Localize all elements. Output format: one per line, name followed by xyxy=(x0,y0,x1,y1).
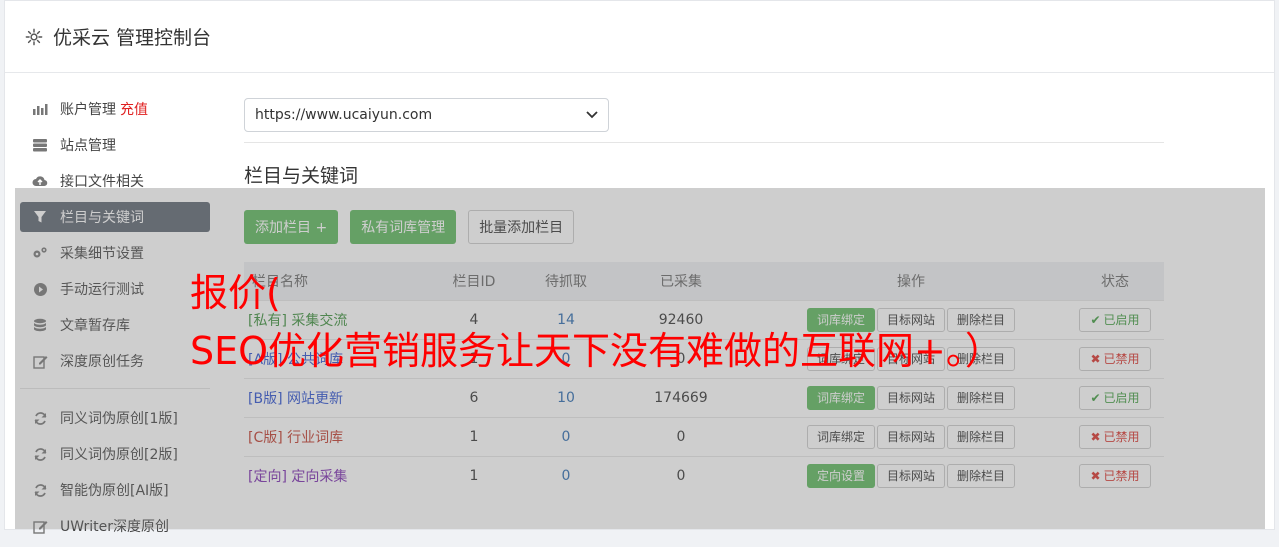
recharge-link[interactable]: 充值 xyxy=(120,99,148,119)
overlay-watermark-text: 报价( SEO优化营销服务让天下没有难做的互联网+。） xyxy=(190,264,1150,380)
top-bar: 优采云 管理控制台 xyxy=(5,1,1274,73)
console-title: 优采云 管理控制台 xyxy=(53,27,212,49)
sidebar-item[interactable]: 站点管理 xyxy=(20,130,210,160)
sidebar-item-label: 账户管理 xyxy=(60,102,116,118)
server-icon xyxy=(32,137,48,153)
watermark-line-1: 报价( xyxy=(190,271,281,315)
site-select-value: https://www.ucaiyun.com xyxy=(255,107,433,123)
site-select[interactable]: https://www.ucaiyun.com xyxy=(244,98,609,132)
watermark-line-2: SEO优化营销服务让天下没有难做的互联网+。） xyxy=(190,329,1003,373)
sidebar-item[interactable]: 账户管理 充值 xyxy=(20,94,210,124)
gear-icon xyxy=(25,28,43,45)
cloud-upload-icon xyxy=(32,173,48,189)
bar-chart-icon xyxy=(32,101,48,117)
sidebar-item-label: 站点管理 xyxy=(60,138,116,154)
section-title: 栏目与关键词 xyxy=(244,165,359,187)
chevron-down-icon xyxy=(586,111,598,119)
divider xyxy=(244,142,1164,143)
